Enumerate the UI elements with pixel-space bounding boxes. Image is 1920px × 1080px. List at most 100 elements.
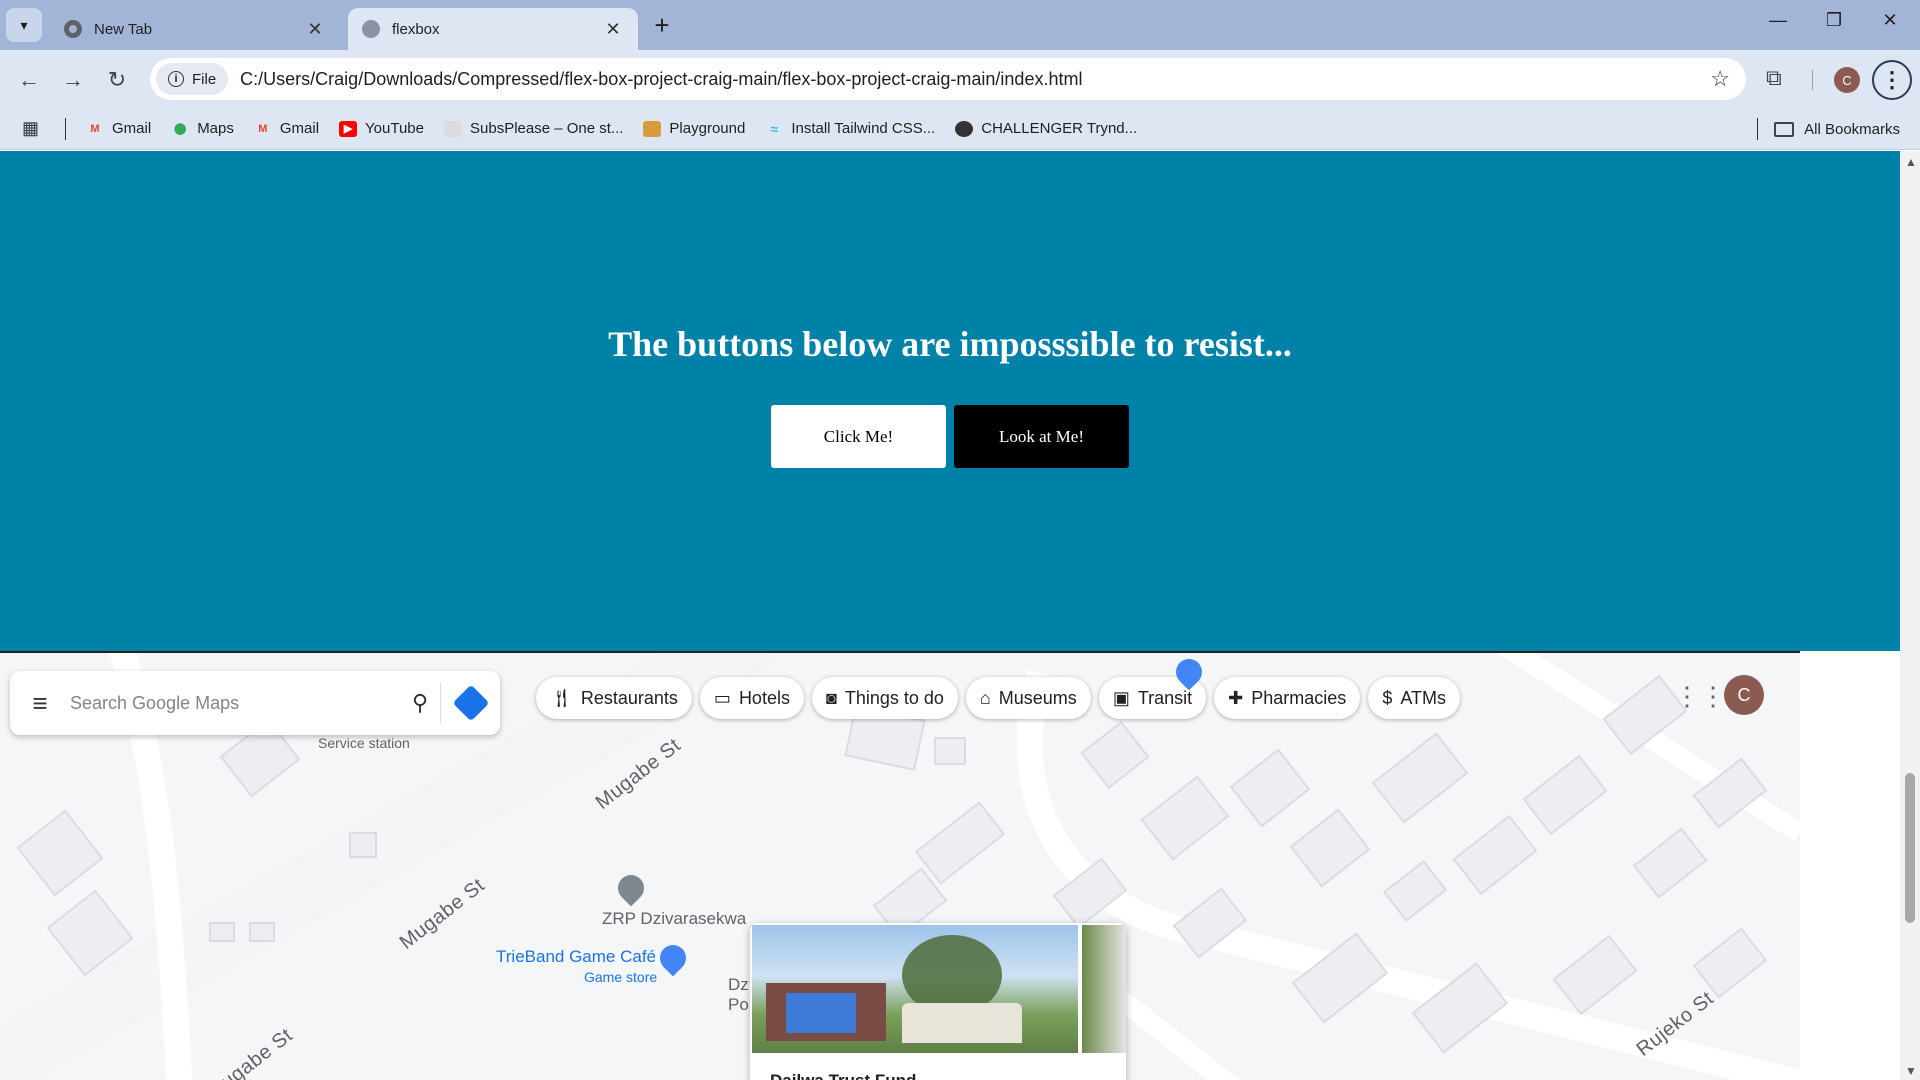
toolbar-divider [1812, 70, 1813, 90]
search-icon[interactable]: ⚲ [400, 690, 440, 716]
chip-museums[interactable]: ⌂ Museums [965, 677, 1091, 719]
map-category-chips: 🍴︎ Restaurants ▭ Hotels ◙ Things to do ⌂ Mus… [536, 677, 1460, 719]
close-tab-icon[interactable]: ✕ [304, 19, 326, 40]
place-card-title: Dailwa Trust Fund [770, 1071, 916, 1080]
scroll-down-icon[interactable]: ▼ [1905, 1064, 1917, 1078]
map-search-box: ≡ Search Google Maps ⚲ [10, 671, 500, 735]
bed-icon: ▭ [713, 687, 731, 708]
tab-search-button[interactable]: ▾ [6, 8, 42, 42]
button-group: Click Me! Look at Me! [771, 405, 1129, 468]
bookmarks-divider [65, 117, 67, 140]
chip-hotels[interactable]: ▭ Hotels [699, 677, 804, 719]
place-photo[interactable] [752, 925, 1078, 1053]
chevron-down-icon: ▾ [20, 16, 28, 33]
bookmark-star-icon[interactable]: ☆ [1710, 66, 1730, 92]
pharmacy-icon: ✚ [1228, 687, 1244, 708]
page-scrollbar[interactable]: ▲ ▼ [1900, 151, 1920, 1080]
bookmark-label: Maps [197, 120, 234, 137]
map-account-avatar[interactable]: C [1724, 675, 1764, 715]
info-icon: i [168, 71, 184, 87]
poi-trieband-game-cafe[interactable]: TrieBand Game Café [496, 947, 656, 967]
gmail-icon: M [258, 122, 268, 135]
bookmark-label: Gmail [112, 120, 152, 137]
chip-pharmacies[interactable]: ✚ Pharmacies [1214, 677, 1361, 719]
reload-button[interactable]: ↻ [102, 65, 132, 95]
scroll-up-icon[interactable]: ▲ [1905, 155, 1917, 169]
new-tab-button[interactable]: + [650, 12, 674, 38]
bookmark-label: CHALLENGER Trynd... [981, 120, 1138, 137]
hamburger-menu-icon[interactable]: ≡ [10, 688, 70, 719]
all-bookmarks-label: All Bookmarks [1804, 120, 1900, 138]
folder-icon [1774, 121, 1795, 137]
subsplease-icon [444, 120, 462, 137]
bookmarks-divider [1757, 118, 1758, 140]
bookmark-label: YouTube [365, 120, 424, 137]
chip-label: Things to do [844, 687, 944, 708]
chip-label: Restaurants [580, 687, 678, 708]
minimize-button[interactable]: — [1758, 10, 1798, 31]
youtube-icon: ▶ [339, 120, 358, 137]
place-photo-card[interactable]: Dailwa Trust Fund [750, 923, 1126, 1080]
all-bookmarks-button[interactable]: All Bookmarks [1774, 108, 1900, 150]
directions-icon [452, 684, 489, 722]
poi-partial-label: Po [728, 995, 749, 1014]
gmail-icon: M [90, 122, 100, 135]
browser-window: ▾ New Tab ✕ flexbox ✕ + — ❐ ✕ ← → ↻ i Fi… [0, 0, 1920, 1080]
place-photo-secondary[interactable] [1082, 925, 1126, 1053]
bookmark-challenger[interactable]: CHALLENGER Trynd... [955, 120, 1137, 137]
bookmark-tailwind[interactable]: ≈ Install Tailwind CSS... [765, 120, 935, 137]
chip-label: Transit [1137, 687, 1193, 708]
directions-button[interactable] [440, 683, 500, 723]
site-info-chip[interactable]: i File [156, 63, 229, 95]
tab-strip: ▾ New Tab ✕ flexbox ✕ + — ❐ ✕ [0, 0, 1920, 50]
bookmark-gmail-2[interactable]: M Gmail [254, 120, 319, 137]
tab-title: New Tab [94, 20, 153, 38]
bookmark-label: Playground [669, 120, 746, 137]
bookmark-subsplease[interactable]: SubsPlease – One st... [444, 120, 623, 137]
close-window-button[interactable]: ✕ [1870, 10, 1910, 31]
bookmark-maps[interactable]: ⬤ Maps [171, 120, 234, 137]
chip-atms[interactable]: $ ATMs [1368, 677, 1460, 719]
bookmark-playground[interactable]: Playground [643, 120, 745, 137]
poi-zrp-dzivarasekwa[interactable]: ZRP Dzivarasekwa [602, 909, 746, 929]
tailwind-icon: ≈ [770, 120, 779, 137]
apps-grid-icon[interactable]: ▦ [22, 118, 39, 139]
fork-knife-icon: 🍴︎ [550, 687, 573, 708]
site-info-label: File [192, 70, 217, 88]
chip-label: Hotels [738, 687, 790, 708]
atm-icon: $ [1382, 687, 1393, 708]
bookmark-label: SubsPlease – One st... [470, 120, 624, 137]
page-heading: The buttons below are imposssible to res… [608, 324, 1292, 364]
chip-things-to-do[interactable]: ◙ Things to do [811, 677, 958, 719]
close-tab-icon[interactable]: ✕ [602, 19, 624, 40]
page-viewport: The buttons below are imposssible to res… [0, 151, 1920, 1080]
map-search-input[interactable]: Search Google Maps [70, 693, 400, 714]
playground-icon [643, 120, 662, 137]
bookmark-youtube[interactable]: ▶ YouTube [339, 120, 424, 137]
restore-button[interactable]: ❐ [1814, 10, 1854, 31]
poi-partial-label: Dz [728, 975, 749, 994]
back-button[interactable]: ← [14, 65, 44, 95]
maps-icon: ⬤ [174, 123, 187, 135]
profile-avatar[interactable]: C [1834, 67, 1860, 93]
tab-new-tab[interactable]: New Tab ✕ [50, 8, 340, 50]
tab-flexbox[interactable]: flexbox ✕ [348, 8, 638, 50]
page-margin [1800, 651, 1900, 1080]
scrollbar-thumb[interactable] [1905, 773, 1915, 923]
url-text[interactable]: C:/Users/Craig/Downloads/Compressed/flex… [240, 69, 1710, 90]
click-me-button[interactable]: Click Me! [771, 405, 946, 468]
bookmarks-bar: ▦ M Gmail ⬤ Maps M Gmail ▶ YouTube SubsPleas… [0, 108, 1920, 150]
extensions-icon[interactable]: ⧉ [1766, 65, 1782, 91]
embedded-map[interactable]: ≡ Search Google Maps ⚲ 🍴︎ Restaurants ▭ Ho… [0, 651, 1800, 1080]
more-menu-icon[interactable]: ⋮ [1872, 60, 1912, 100]
chip-restaurants[interactable]: 🍴︎ Restaurants [536, 677, 692, 719]
forward-button[interactable]: → [58, 65, 88, 95]
address-bar[interactable]: i File C:/Users/Craig/Downloads/Compress… [150, 58, 1746, 100]
poi-trieband-category: Game store [584, 969, 658, 985]
look-at-me-button[interactable]: Look at Me! [954, 405, 1129, 468]
chrome-icon [64, 20, 82, 38]
bookmark-gmail[interactable]: M Gmail [86, 120, 151, 137]
bus-icon: ▣ [1112, 687, 1130, 708]
globe-icon [955, 120, 974, 137]
poi-service-station[interactable]: Service station [318, 735, 410, 751]
